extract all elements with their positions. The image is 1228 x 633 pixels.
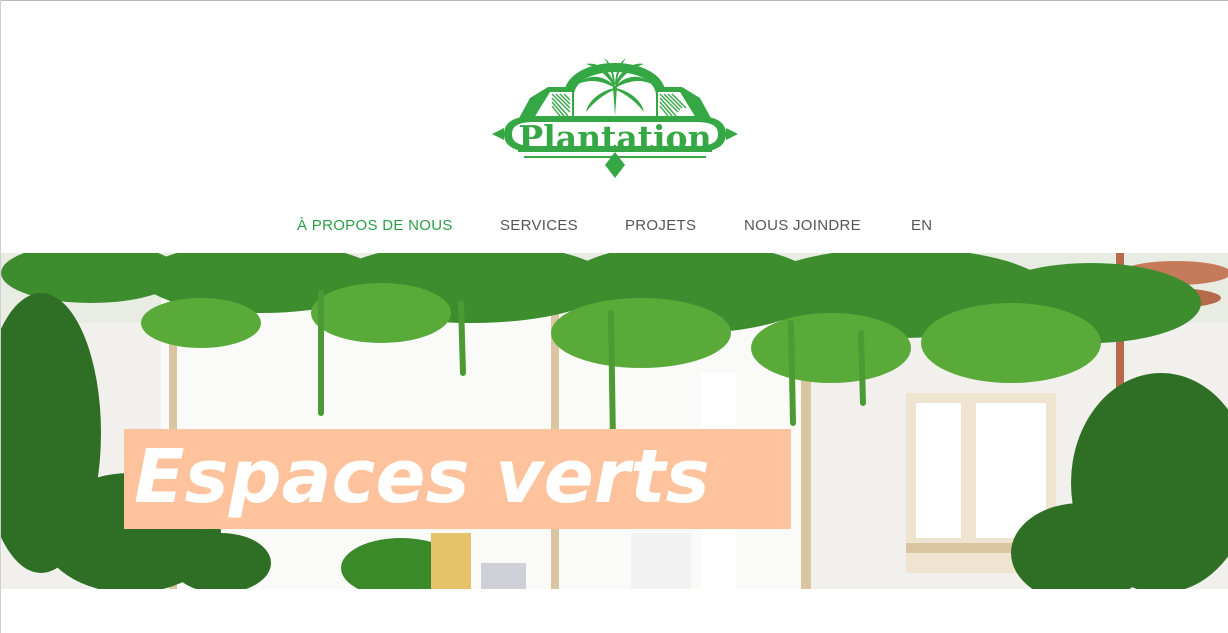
nav-item-about[interactable]: À PROPOS DE NOUS — [297, 214, 453, 238]
nav-item-language-en[interactable]: EN — [911, 214, 932, 238]
nav-item-services[interactable]: SERVICES — [500, 214, 578, 238]
nav-item-contact[interactable]: NOUS JOINDRE — [744, 214, 861, 238]
palm-tree-logo-icon — [492, 58, 738, 178]
logo-link[interactable] — [490, 32, 740, 182]
top-border — [0, 0, 1228, 1]
brand-wordmark: Plantation — [518, 118, 712, 157]
hero-plants-image — [1, 253, 1228, 589]
nav-item-projects[interactable]: PROJETS — [625, 214, 696, 238]
main-navigation: À PROPOS DE NOUS SERVICES PROJETS NOUS J… — [0, 214, 1228, 238]
hero-title: Espaces verts — [124, 429, 791, 529]
